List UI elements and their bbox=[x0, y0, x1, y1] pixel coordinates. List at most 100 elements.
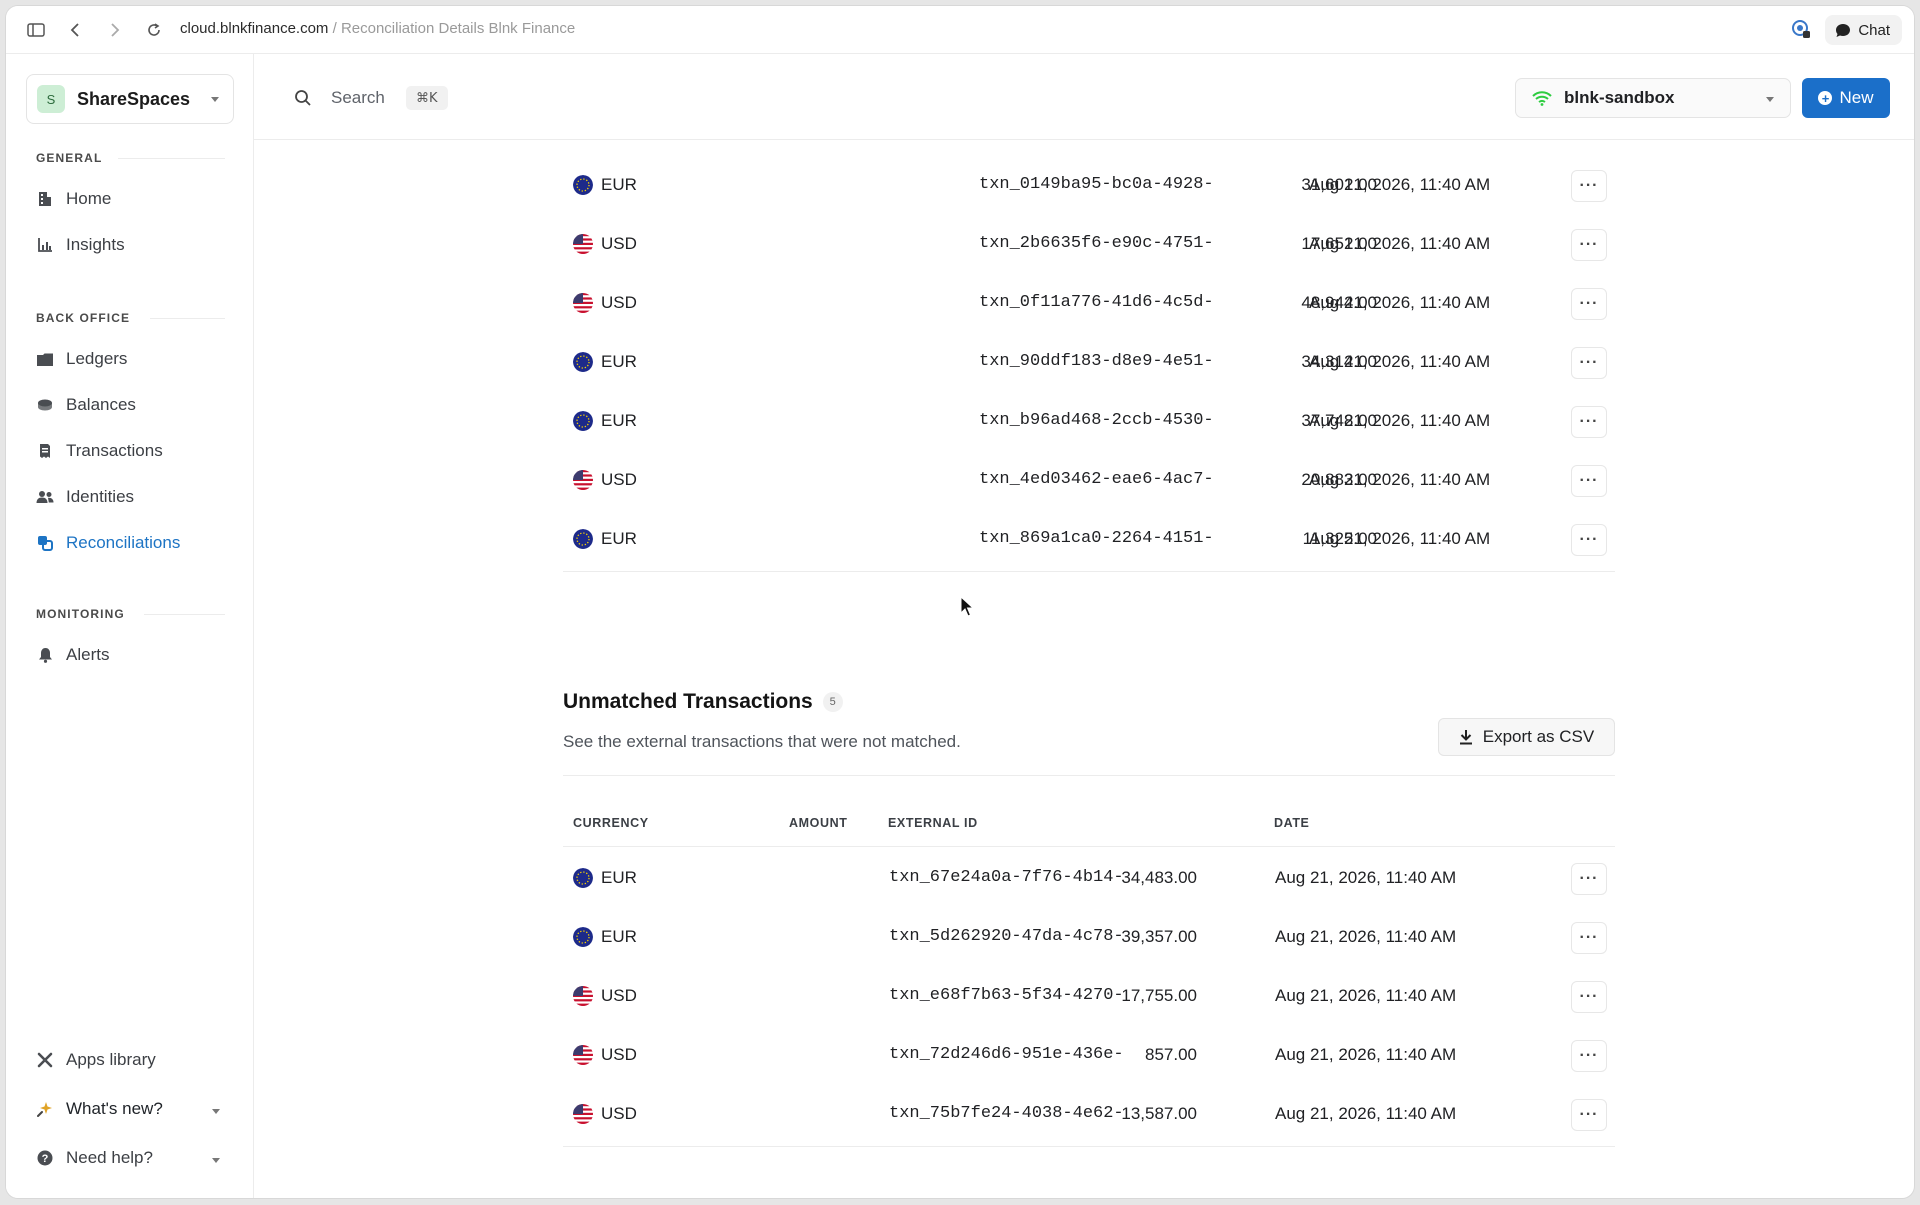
chat-button[interactable]: Chat bbox=[1825, 15, 1902, 45]
table-row[interactable]: EUR 37,748.00 txn_b96ad468-2ccb-4530- Aug 2… bbox=[563, 393, 1615, 451]
more-options-button[interactable]: ··· bbox=[1571, 863, 1607, 895]
table-divider bbox=[563, 1146, 1615, 1147]
more-options-button[interactable]: ··· bbox=[1571, 981, 1607, 1013]
search-icon[interactable] bbox=[294, 89, 312, 107]
help-icon: ? bbox=[36, 1149, 54, 1167]
date-cell: Aug 21, 2026, 11:40 AM bbox=[1309, 470, 1491, 489]
date-cell: Aug 21, 2026, 11:40 AM bbox=[1275, 868, 1457, 887]
more-options-button[interactable]: ··· bbox=[1571, 347, 1607, 379]
unmatched-section-title: Unmatched Transactions 5 bbox=[563, 690, 843, 714]
currency-cell: EUR bbox=[573, 352, 637, 372]
column-header-amount[interactable]: AMOUNT bbox=[789, 816, 847, 830]
address-bar[interactable]: cloud.blnkfinance.com / Reconciliation D… bbox=[180, 20, 575, 37]
table-row[interactable]: EUR 39,357.00 txn_5d262920-47da-4c78- Aug 2… bbox=[563, 909, 1615, 967]
sidebar-item-label: Home bbox=[66, 189, 112, 208]
date-cell: Aug 21, 2026, 11:40 AM bbox=[1275, 1045, 1457, 1064]
currency-cell: EUR bbox=[573, 411, 637, 431]
transaction-id-cell: txn_75b7fe24-4038-4e62- bbox=[889, 1104, 1124, 1123]
table-row[interactable]: EUR 34,314.00 txn_90ddf183-d8e9-4e51- Aug 2… bbox=[563, 334, 1615, 392]
sidebar-item-need-help[interactable]: ? Need help? bbox=[36, 1143, 153, 1173]
sidebar-item-identities[interactable]: Identities bbox=[36, 482, 134, 512]
column-header-external-id[interactable]: EXTERNAL ID bbox=[888, 816, 978, 830]
more-options-button[interactable]: ··· bbox=[1571, 406, 1607, 438]
table-row[interactable]: USD 20,883.00 txn_4ed03462-eae6-4ac7- Aug 2… bbox=[563, 452, 1615, 510]
sidebar-item-home[interactable]: Home bbox=[36, 184, 111, 214]
more-options-button[interactable]: ··· bbox=[1571, 922, 1607, 954]
workspace-switcher[interactable]: S ShareSpaces bbox=[26, 74, 234, 124]
browser-window: cloud.blnkfinance.com / Reconciliation D… bbox=[6, 6, 1914, 1198]
export-csv-button[interactable]: Export as CSV bbox=[1438, 718, 1615, 756]
more-options-button[interactable]: ··· bbox=[1571, 170, 1607, 202]
table-row[interactable]: EUR 11,325.00 txn_869a1ca0-2264-4151- Aug 2… bbox=[563, 511, 1615, 569]
sidebar-item-label: What's new? bbox=[66, 1099, 163, 1118]
header-divider bbox=[563, 846, 1615, 847]
more-options-button[interactable]: ··· bbox=[1571, 288, 1607, 320]
transaction-id-cell: txn_72d246d6-951e-436e- bbox=[889, 1045, 1124, 1064]
sidebar-item-label: Identities bbox=[66, 487, 135, 506]
more-options-button[interactable]: ··· bbox=[1571, 524, 1607, 556]
table-row[interactable]: EUR 34,483.00 txn_67e24a0a-7f76-4b14- Aug 2… bbox=[563, 850, 1615, 908]
us-flag-icon bbox=[573, 986, 593, 1006]
date-cell: Aug 21, 2026, 11:40 AM bbox=[1309, 529, 1491, 548]
more-options-button[interactable]: ··· bbox=[1571, 1099, 1607, 1131]
search-input[interactable]: Search bbox=[331, 88, 385, 108]
currency-code: EUR bbox=[601, 868, 637, 887]
currency-cell: USD bbox=[573, 986, 637, 1006]
amount-cell: 857.00 bbox=[1145, 1045, 1197, 1064]
sidebar-item-alerts[interactable]: Alerts bbox=[36, 640, 109, 670]
table-row[interactable]: USD 857.00 txn_72d246d6-951e-436e- Aug 21, … bbox=[563, 1027, 1615, 1085]
environment-select[interactable]: blnk-sandbox bbox=[1515, 78, 1791, 118]
currency-code: EUR bbox=[601, 529, 637, 548]
section-divider bbox=[563, 775, 1615, 776]
table-row[interactable]: USD 17,755.00 txn_e68f7b63-5f34-4270- Aug 2… bbox=[563, 968, 1615, 1026]
divider bbox=[118, 158, 225, 159]
table-row[interactable]: USD 48,944.00 txn_0f11a776-41d6-4c5d- Aug 2… bbox=[563, 275, 1615, 333]
environment-name: blnk-sandbox bbox=[1564, 88, 1675, 107]
eu-flag-icon bbox=[573, 529, 593, 549]
workspace-avatar: S bbox=[37, 85, 65, 113]
sidebar-item-ledgers[interactable]: Ledgers bbox=[36, 344, 127, 374]
table-row[interactable]: USD 17,651.00 txn_2b6635f6-e90c-4751- Aug 2… bbox=[563, 216, 1615, 274]
currency-code: EUR bbox=[601, 352, 637, 371]
more-options-button[interactable]: ··· bbox=[1571, 1040, 1607, 1072]
sidebar-item-transactions[interactable]: Transactions bbox=[36, 436, 163, 466]
sidebar-item-label: Insights bbox=[66, 235, 125, 254]
sidebar-item-apps-library[interactable]: Apps library bbox=[36, 1045, 156, 1075]
back-icon[interactable] bbox=[63, 18, 87, 42]
export-label: Export as CSV bbox=[1482, 727, 1595, 746]
extension-icon[interactable] bbox=[1790, 18, 1814, 42]
currency-cell: EUR bbox=[573, 868, 637, 888]
section-label-general: GENERAL bbox=[36, 151, 103, 165]
table-divider bbox=[563, 571, 1615, 572]
chevron-down-icon bbox=[212, 1109, 220, 1114]
amount-cell: 13,587.00 bbox=[1121, 1104, 1197, 1123]
sidebar-item-reconciliations[interactable]: Reconciliations bbox=[36, 528, 180, 558]
more-options-button[interactable]: ··· bbox=[1571, 229, 1607, 261]
puzzle-icon bbox=[36, 1051, 54, 1069]
folder-icon bbox=[36, 350, 54, 368]
sidebar-item-whats-new[interactable]: What's new? bbox=[36, 1094, 163, 1124]
sidebar-item-label: Balances bbox=[66, 395, 136, 414]
reload-icon[interactable] bbox=[142, 18, 166, 42]
sparkle-icon bbox=[36, 1100, 54, 1118]
sidebar-item-insights[interactable]: Insights bbox=[36, 230, 125, 260]
amount-cell: 34,483.00 bbox=[1121, 868, 1197, 887]
currency-cell: USD bbox=[573, 470, 637, 490]
sidebar-toggle-icon[interactable] bbox=[24, 18, 48, 42]
us-flag-icon bbox=[573, 234, 593, 254]
wifi-icon bbox=[1532, 91, 1552, 106]
table-row[interactable]: EUR 31,601.00 txn_0149ba95-bc0a-4928- Aug 2… bbox=[563, 157, 1615, 215]
column-header-date[interactable]: DATE bbox=[1274, 816, 1310, 830]
sidebar-item-label: Transactions bbox=[66, 441, 163, 460]
more-options-button[interactable]: ··· bbox=[1571, 465, 1607, 497]
workspace-name: ShareSpaces bbox=[77, 88, 191, 109]
new-button[interactable]: + New bbox=[1802, 78, 1890, 118]
sidebar-item-balances[interactable]: Balances bbox=[36, 390, 136, 420]
transaction-id-cell: txn_0f11a776-41d6-4c5d- bbox=[979, 293, 1214, 312]
coins-icon bbox=[36, 396, 54, 414]
table-row[interactable]: USD 13,587.00 txn_75b7fe24-4038-4e62- Aug 2… bbox=[563, 1086, 1615, 1144]
column-header-currency[interactable]: CURRENCY bbox=[573, 816, 649, 830]
transaction-id-cell: txn_5d262920-47da-4c78- bbox=[889, 927, 1124, 946]
currency-cell: USD bbox=[573, 293, 637, 313]
forward-icon[interactable] bbox=[103, 18, 127, 42]
